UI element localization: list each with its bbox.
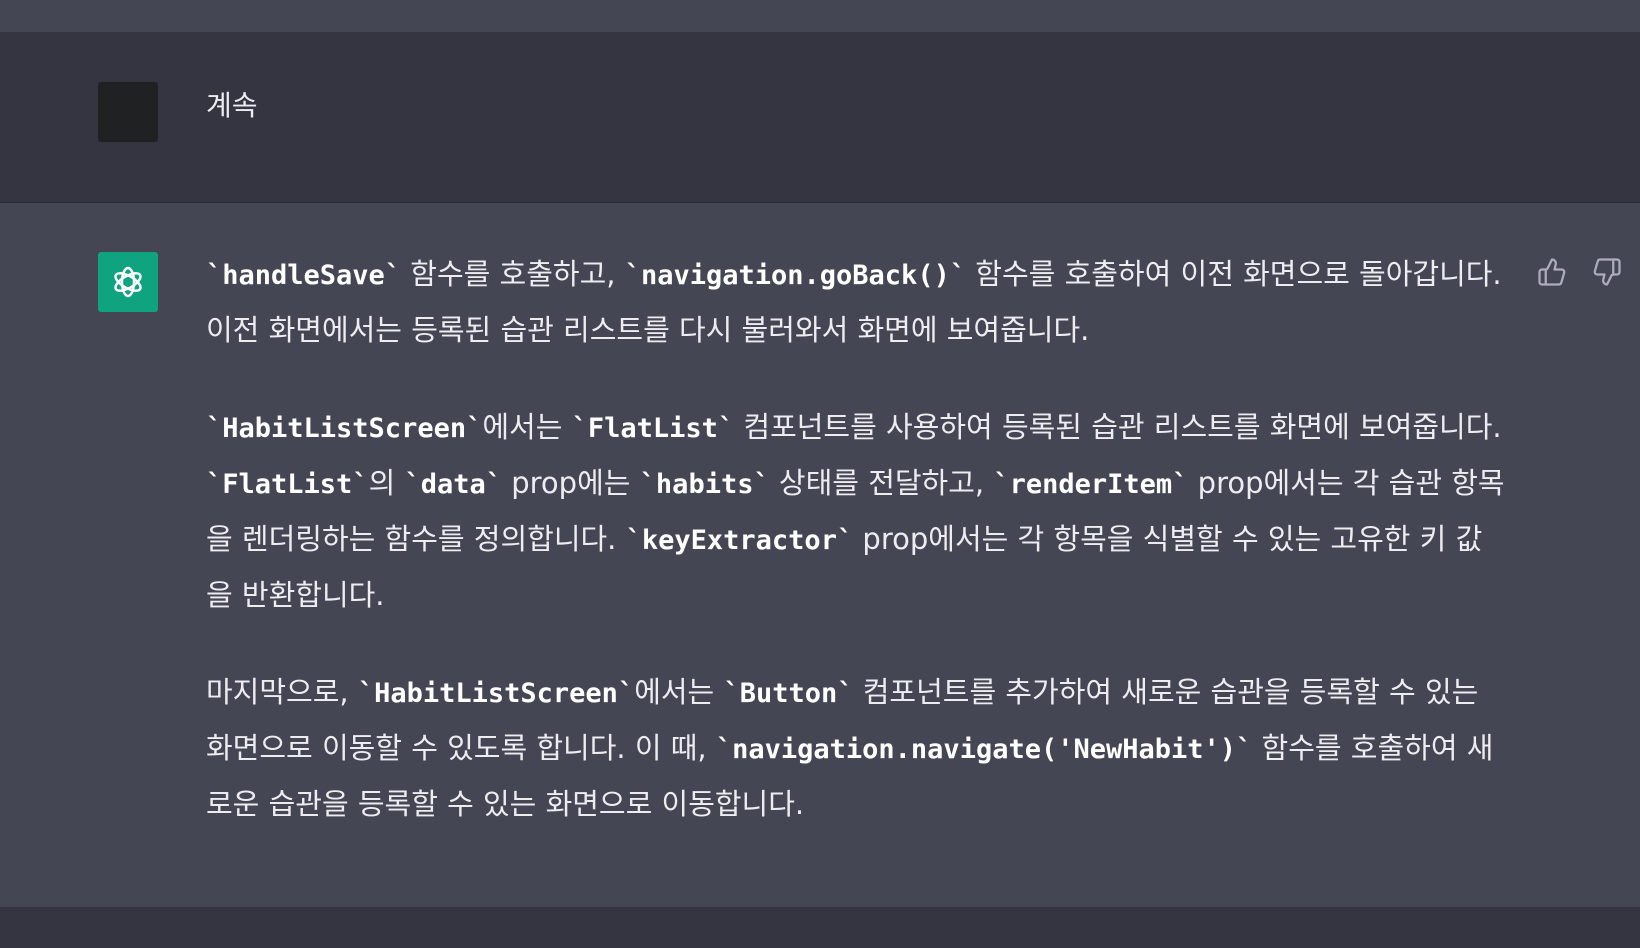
inline-code: `data` (404, 469, 503, 500)
text-segment: 의 (368, 466, 405, 500)
text-segment: 에서는 (482, 410, 572, 444)
inline-code: `keyExtractor` (625, 525, 854, 556)
text-segment: 컴포넌트를 사용하여 등록된 습관 리스트를 화면에 보여줍니다. (734, 410, 1502, 444)
top-strip (0, 0, 1640, 32)
openai-logo-icon (98, 252, 158, 312)
inline-code: `FlatList` (206, 469, 369, 500)
inline-code: `HabitListScreen` (357, 678, 635, 709)
inline-code: `Button` (723, 678, 854, 709)
text-segment: 함수를 호출하고, (401, 257, 625, 291)
inline-code: `navigation.goBack()` (624, 260, 967, 291)
inline-code: `handleSave` (206, 260, 402, 291)
thumbs-down-icon[interactable] (1590, 255, 1624, 289)
assistant-paragraph: `handleSave` 함수를 호출하고, `navigation.goBac… (206, 247, 1506, 358)
assistant-paragraph: `HabitListScreen`에서는 `FlatList` 컴포넌트를 사용… (206, 400, 1506, 623)
inline-code: `FlatList` (571, 413, 735, 444)
text-segment: 상태를 전달하고, (769, 466, 994, 500)
user-message-row: 계속 (0, 32, 1640, 203)
inline-code: `renderItem` (993, 469, 1189, 500)
inline-code: `HabitListScreen` (206, 413, 483, 444)
text-segment: 에서는 (634, 675, 724, 709)
thumbs-up-icon[interactable] (1535, 255, 1569, 289)
user-message-text: 계속 (206, 89, 258, 122)
user-avatar (98, 82, 158, 142)
assistant-message-text: `handleSave` 함수를 호출하고, `navigation.goBac… (206, 247, 1506, 874)
text-segment: prop에는 (502, 466, 640, 500)
inline-code: `navigation.navigate('NewHabit')` (715, 734, 1253, 765)
text-segment: 마지막으로, (206, 675, 358, 709)
inline-code: `habits` (639, 469, 770, 500)
bottom-strip (0, 907, 1640, 948)
assistant-paragraph: 마지막으로, `HabitListScreen`에서는 `Button` 컴포넌… (206, 665, 1506, 832)
assistant-message-row: `handleSave` 함수를 호출하고, `navigation.goBac… (0, 203, 1640, 907)
